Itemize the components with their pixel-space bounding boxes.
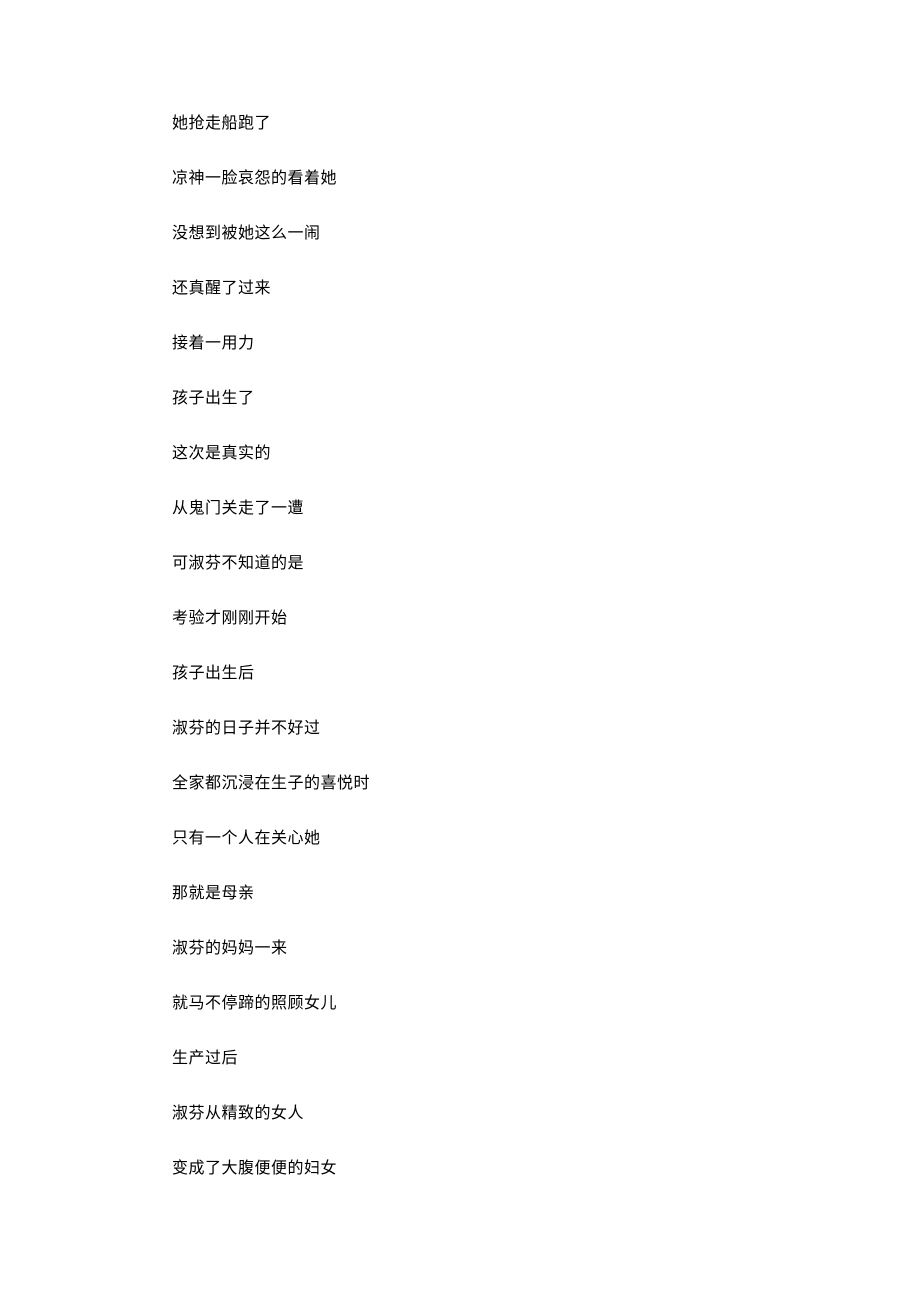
text-line: 淑芬的妈妈一来 <box>172 941 748 957</box>
text-line: 还真醒了过来 <box>172 281 748 297</box>
text-line: 变成了大腹便便的妇女 <box>172 1161 748 1177</box>
text-line: 她抢走船跑了 <box>172 116 748 132</box>
text-line: 只有一个人在关心她 <box>172 831 748 847</box>
text-line: 那就是母亲 <box>172 886 748 902</box>
text-line: 凉神一脸哀怨的看着她 <box>172 171 748 187</box>
text-line: 考验才刚刚开始 <box>172 611 748 627</box>
text-line: 从鬼门关走了一遭 <box>172 501 748 517</box>
text-line: 就马不停蹄的照顾女儿 <box>172 996 748 1012</box>
text-line: 全家都沉浸在生子的喜悦时 <box>172 776 748 792</box>
document-content: 她抢走船跑了 凉神一脸哀怨的看着她 没想到被她这么一闹 还真醒了过来 接着一用力… <box>172 116 748 1216</box>
text-line: 淑芬的日子并不好过 <box>172 721 748 737</box>
text-line: 接着一用力 <box>172 336 748 352</box>
text-line: 孩子出生后 <box>172 666 748 682</box>
text-line: 生产过后 <box>172 1051 748 1067</box>
text-line: 淑芬从精致的女人 <box>172 1106 748 1122</box>
text-line: 这次是真实的 <box>172 446 748 462</box>
text-line: 孩子出生了 <box>172 391 748 407</box>
text-line: 没想到被她这么一闹 <box>172 226 748 242</box>
text-line: 可淑芬不知道的是 <box>172 556 748 572</box>
